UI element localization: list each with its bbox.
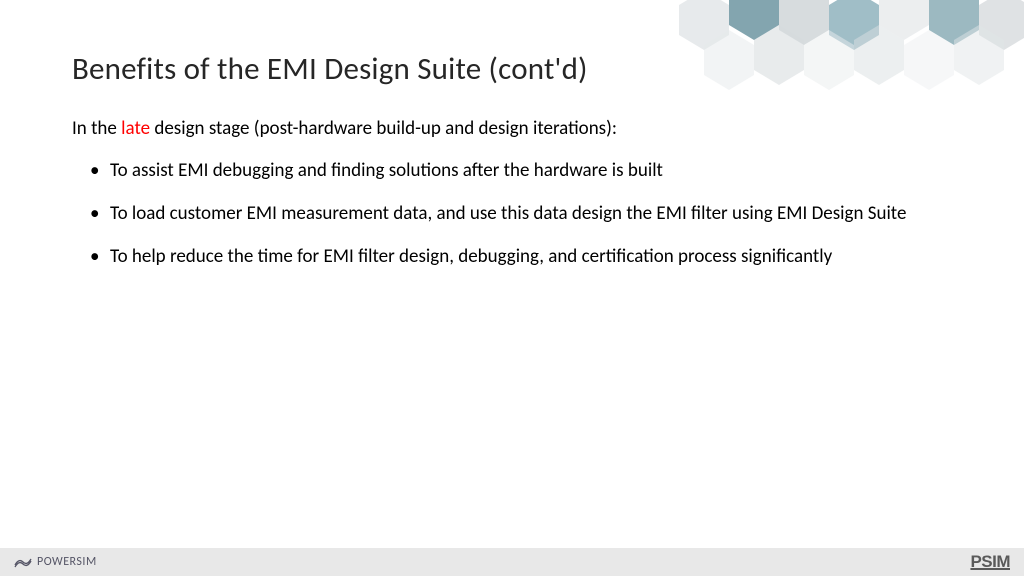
intro-highlight: late	[121, 117, 150, 140]
slide-content: Benefits of the EMI Design Suite (cont'd…	[0, 0, 1024, 269]
bullet-item: To help reduce the time for EMI filter d…	[90, 244, 952, 269]
intro-pre: In the	[72, 117, 121, 140]
bullet-item: To assist EMI debugging and finding solu…	[90, 158, 952, 183]
powersim-swoosh-icon	[14, 556, 32, 568]
intro-text: In the late design stage (post-hardware …	[72, 116, 952, 142]
bullet-list: To assist EMI debugging and finding solu…	[72, 158, 952, 269]
slide-footer: POWERSIM PSIM	[0, 548, 1024, 576]
powersim-logo: POWERSIM	[14, 555, 97, 569]
psim-text: PSIM	[970, 552, 1010, 571]
bullet-item: To load customer EMI measurement data, a…	[90, 201, 952, 226]
powersim-text: POWERSIM	[37, 555, 97, 569]
slide-title: Benefits of the EMI Design Suite (cont'd…	[72, 50, 952, 88]
intro-post: design stage (post-hardware build-up and…	[150, 117, 617, 140]
psim-logo: PSIM	[970, 552, 1010, 572]
